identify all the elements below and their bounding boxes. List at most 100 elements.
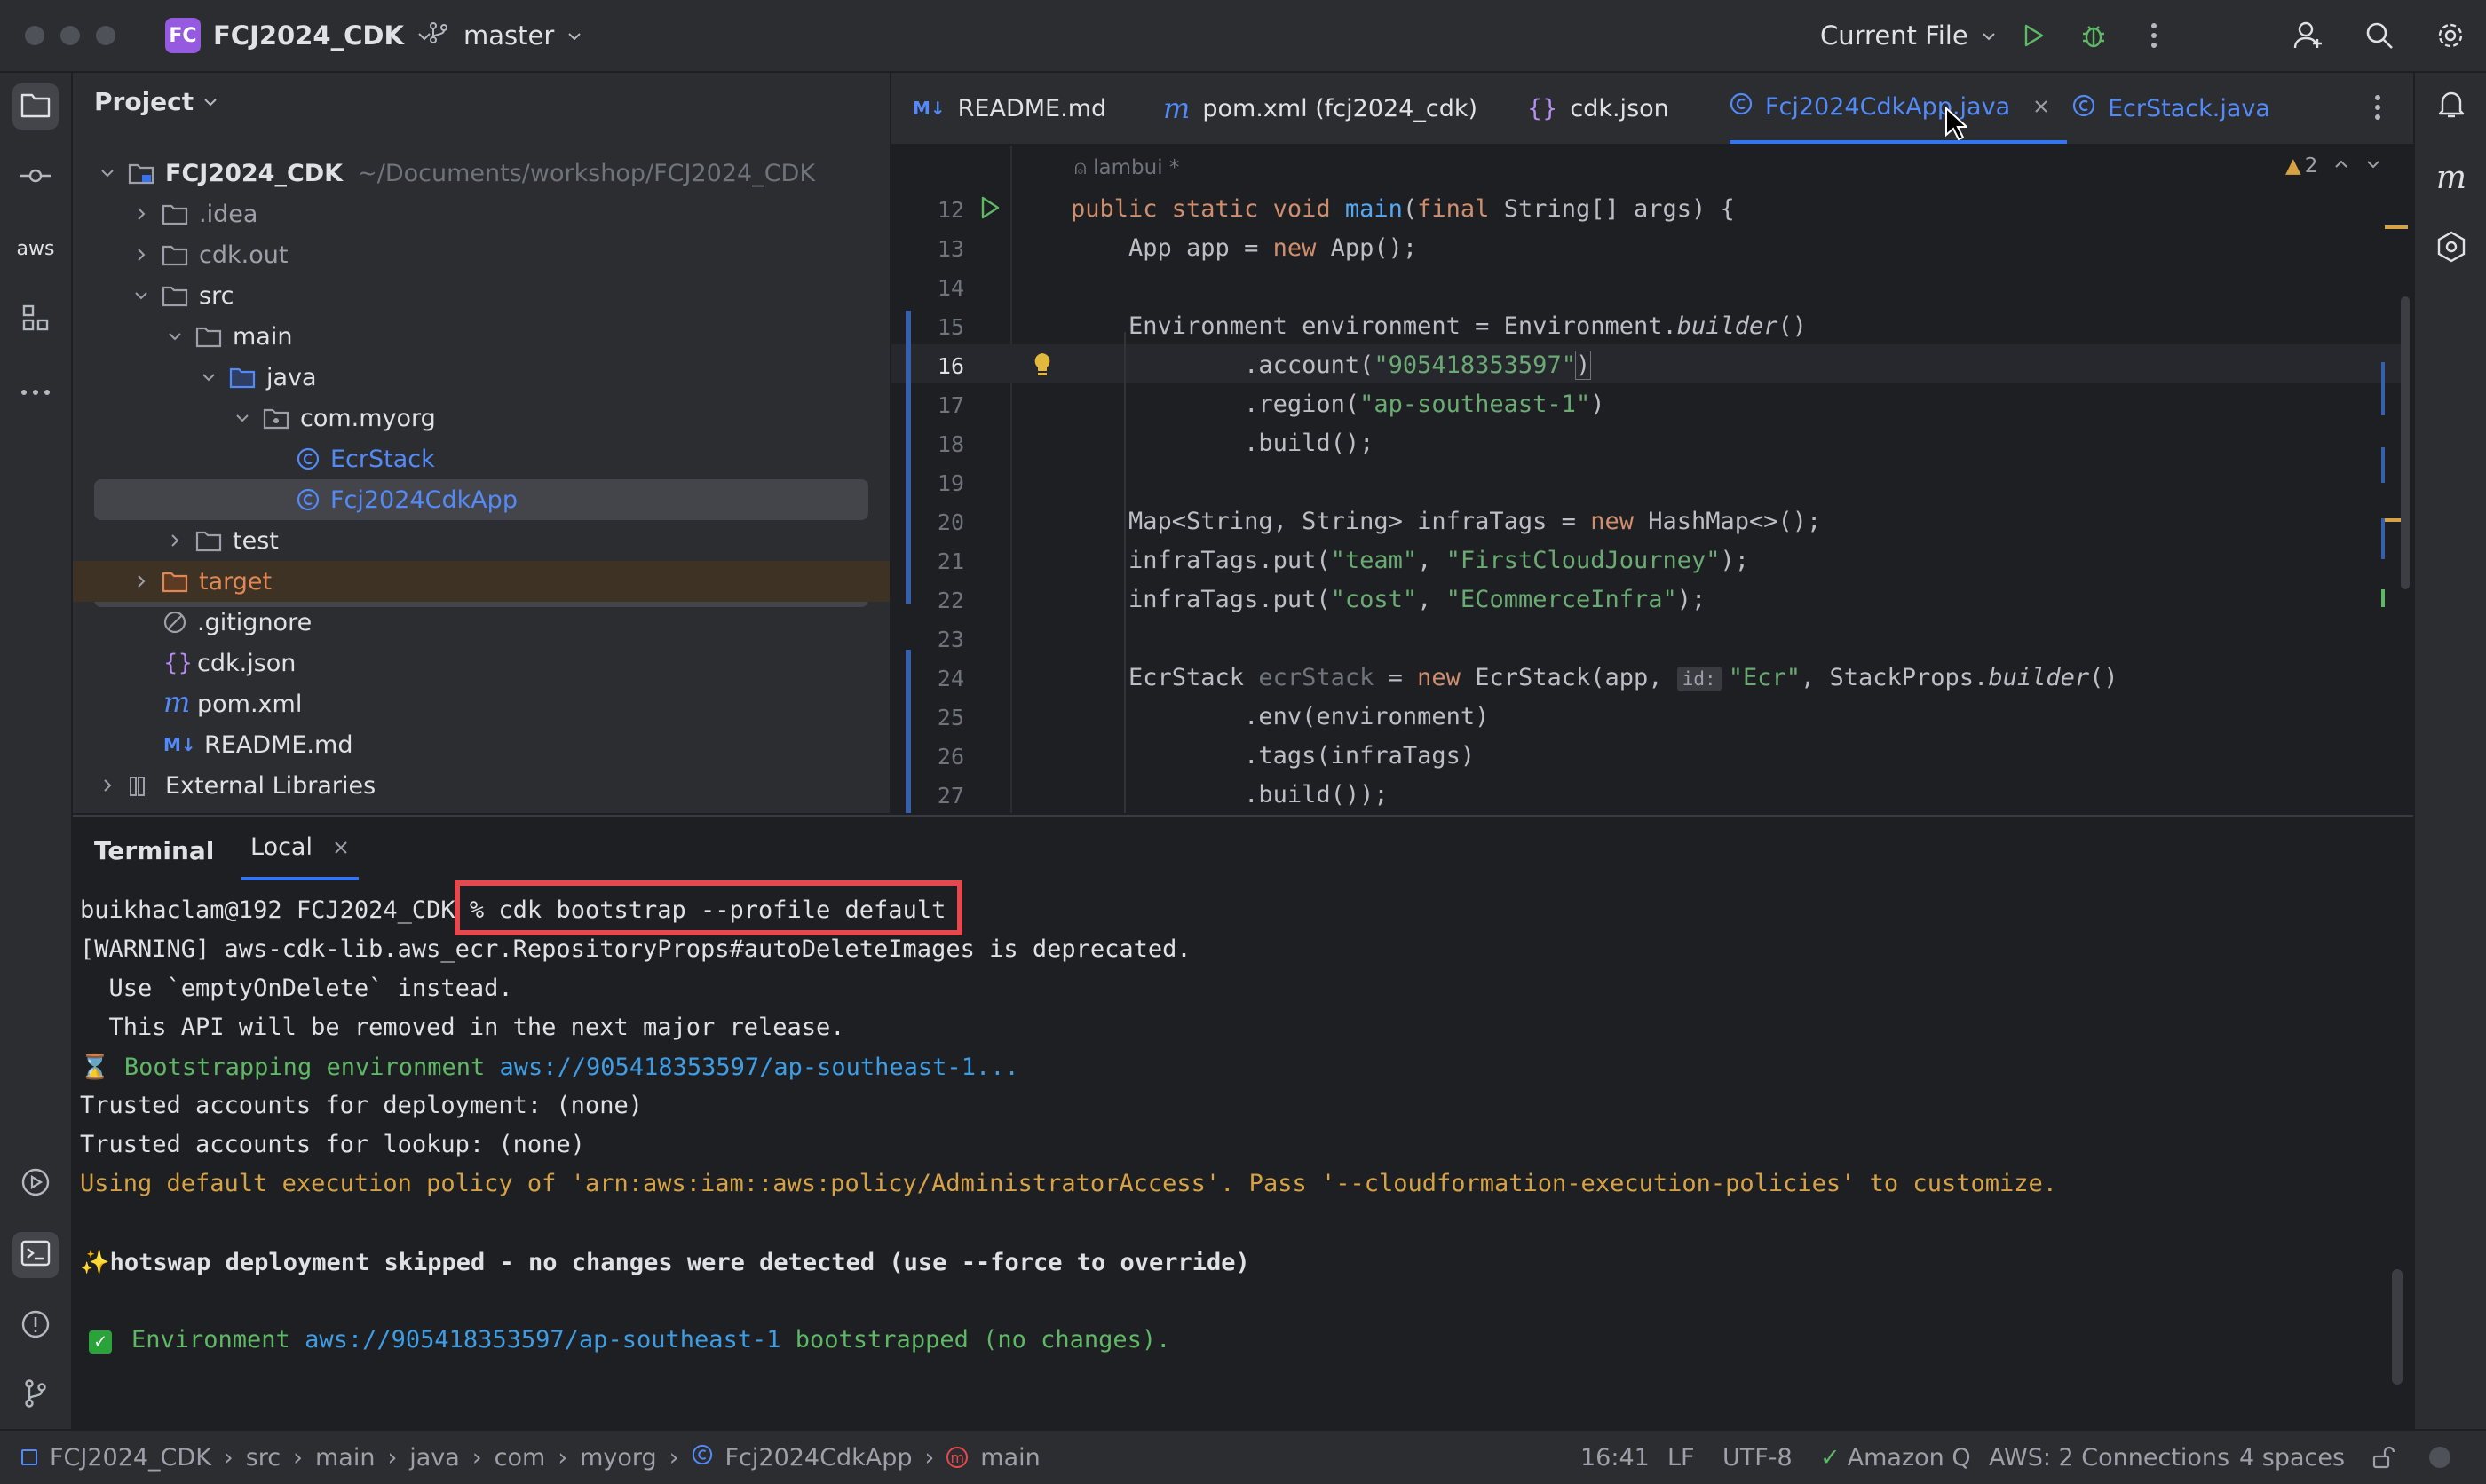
git-tool-button[interactable] xyxy=(12,1372,59,1418)
breadcrumb-item[interactable]: main xyxy=(980,1444,1040,1472)
ellipsis-icon xyxy=(20,383,51,399)
tree-item-cdk-json[interactable]: {} cdk.json xyxy=(73,643,890,683)
code-author-hint[interactable]: ⍝ lambui * xyxy=(1074,156,1179,179)
tab-options-icon[interactable] xyxy=(2374,94,2381,124)
more-actions-icon[interactable] xyxy=(2134,16,2173,55)
close-tab-icon[interactable] xyxy=(2033,93,2049,121)
module-folder-icon xyxy=(128,162,154,185)
commit-tool-button[interactable] xyxy=(12,154,59,201)
tree-item-ecrstack[interactable]: EcrStack xyxy=(73,438,890,479)
added-stripe-marker[interactable] xyxy=(2381,589,2385,607)
change-stripe-marker[interactable] xyxy=(2381,518,2385,559)
maven-file-icon: m xyxy=(163,685,191,719)
inlay-hint: id: xyxy=(1676,667,1722,691)
close-tab-icon[interactable] xyxy=(334,833,348,861)
tree-item-test[interactable]: test xyxy=(73,520,890,561)
tree-item-cdk-out[interactable]: cdk.out xyxy=(73,234,890,275)
breadcrumb-item[interactable]: myorg xyxy=(580,1444,657,1472)
java-class-icon xyxy=(297,488,320,511)
breadcrumb-item[interactable]: com xyxy=(495,1444,546,1472)
run-config-selector[interactable]: Current File xyxy=(1811,11,2006,60)
tree-item-main[interactable]: main xyxy=(73,316,890,357)
tree-item-root[interactable]: FCJ2024_CDK ~/Documents/workshop/FCJ2024… xyxy=(73,153,890,193)
tree-item-src[interactable]: src xyxy=(73,275,890,316)
bell-icon xyxy=(2437,90,2466,123)
amazon-q-tool-button[interactable] xyxy=(2428,225,2474,272)
code-line: public static void main(final String[] a… xyxy=(1071,195,1735,223)
project-switcher[interactable]: FC FCJ2024_CDK xyxy=(156,11,441,60)
settings-gear-icon[interactable] xyxy=(2431,16,2470,55)
sparkles-icon: ✨ xyxy=(80,1249,110,1276)
tree-item-external-libraries[interactable]: External Libraries xyxy=(73,765,890,806)
indent-setting[interactable]: 4 spaces xyxy=(2239,1431,2345,1484)
problems-tool-button[interactable] xyxy=(12,1303,59,1349)
terminal-output-line: ⌛ Bootstrapping environment aws://905418… xyxy=(80,1054,1019,1081)
maven-tool-button[interactable]: m xyxy=(2428,154,2474,201)
add-user-icon[interactable] xyxy=(2289,16,2328,55)
change-stripe-marker[interactable] xyxy=(2381,447,2385,483)
unlock-icon[interactable] xyxy=(2371,1431,2395,1484)
aws-toolkit-button[interactable]: aws xyxy=(12,225,59,272)
aws-connections[interactable]: AWS: 2 Connections xyxy=(1989,1431,2229,1484)
tree-item-idea[interactable]: .idea xyxy=(73,193,890,234)
lightbulb-icon[interactable] xyxy=(1032,351,1053,382)
branch-switcher[interactable]: master xyxy=(417,11,591,60)
terminal-tool-button[interactable] xyxy=(12,1232,59,1278)
tree-item-fcj2024cdkapp-selected[interactable]: Fcj2024CdkApp xyxy=(94,479,868,520)
breadcrumb-item[interactable]: Fcj2024CdkApp xyxy=(725,1444,913,1472)
tree-item-java[interactable]: java xyxy=(73,357,890,398)
minimize-window-button[interactable] xyxy=(60,26,80,45)
editor-scrollbar[interactable] xyxy=(2401,296,2410,589)
line-number: 25 xyxy=(937,705,964,730)
tree-label: src xyxy=(199,281,234,310)
more-tool-windows-button[interactable] xyxy=(12,367,59,414)
tab-readme[interactable]: M↓ README.md xyxy=(913,73,1106,144)
tree-item-com-myorg[interactable]: com.myorg xyxy=(73,398,890,438)
debug-button[interactable] xyxy=(2074,16,2113,55)
services-tool-button[interactable] xyxy=(12,1161,59,1207)
chevron-down-icon[interactable] xyxy=(2365,154,2381,178)
breadcrumb-item[interactable]: src xyxy=(246,1444,281,1472)
run-gutter-icon[interactable] xyxy=(978,195,1002,224)
caret-position[interactable]: 16:41 xyxy=(1580,1431,1650,1484)
tree-item-gitignore[interactable]: .gitignore xyxy=(73,602,890,643)
run-button[interactable] xyxy=(2014,16,2053,55)
file-encoding[interactable]: UTF-8 xyxy=(1722,1431,1793,1484)
notifications-button[interactable] xyxy=(2428,83,2474,130)
terminal-output-line: This API will be removed in the next maj… xyxy=(80,1014,845,1041)
tab-ecrstack[interactable]: EcrStack.java xyxy=(2072,73,2270,144)
chevron-up-icon[interactable] xyxy=(2333,154,2349,178)
project-tool-button[interactable] xyxy=(12,83,59,130)
line-separator[interactable]: LF xyxy=(1667,1431,1695,1484)
code-editor[interactable]: ⍝ lambui * ▲ 2 12 13 14 15 16 17 18 19 20… xyxy=(891,146,2413,813)
tree-label: main xyxy=(233,322,293,351)
tab-label: cdk.json xyxy=(1570,94,1669,122)
amazon-q-status[interactable]: ✓ Amazon Q xyxy=(1820,1431,1971,1484)
tab-pom-xml[interactable]: m pom.xml (fcj2024_cdk) xyxy=(1163,73,1477,144)
markdown-file-icon: M↓ xyxy=(163,734,196,755)
status-bar: FCJ2024_CDK › src › main › java › com › … xyxy=(0,1429,2486,1484)
status-indicator-icon[interactable] xyxy=(2429,1431,2450,1484)
code-line: .region("ap-southeast-1") xyxy=(1071,391,1605,418)
tab-fcj2024cdkapp[interactable]: Fcj2024CdkApp.java xyxy=(1730,73,2068,144)
warning-stripe-marker[interactable] xyxy=(2385,225,2408,229)
search-icon[interactable] xyxy=(2360,16,2399,55)
zoom-window-button[interactable] xyxy=(96,26,115,45)
tree-item-readme[interactable]: M↓ README.md xyxy=(73,724,890,765)
inspection-widget[interactable]: ▲ 2 xyxy=(2285,154,2381,178)
terminal-output-line: Trusted accounts for deployment: (none) xyxy=(80,1092,643,1119)
tree-label: FCJ2024_CDK xyxy=(165,159,344,187)
structure-tool-button[interactable] xyxy=(12,296,59,343)
project-panel: Project FCJ2024_CDK ~/Documents/workshop… xyxy=(73,73,890,813)
tree-item-target[interactable]: target xyxy=(73,561,890,602)
change-stripe-marker[interactable] xyxy=(2381,362,2385,415)
breadcrumb-item[interactable]: main xyxy=(315,1444,375,1472)
tab-cdk-json[interactable]: {} cdk.json xyxy=(1527,73,1669,144)
tree-item-pom-xml[interactable]: m pom.xml xyxy=(73,683,890,724)
terminal-scrollbar[interactable] xyxy=(2392,1269,2403,1385)
project-view-selector[interactable]: Project xyxy=(94,87,218,116)
terminal-tab-local[interactable]: Local xyxy=(241,817,359,880)
breadcrumb-item[interactable]: FCJ2024_CDK xyxy=(50,1444,211,1472)
close-window-button[interactable] xyxy=(25,26,44,45)
breadcrumb-item[interactable]: java xyxy=(409,1444,460,1472)
